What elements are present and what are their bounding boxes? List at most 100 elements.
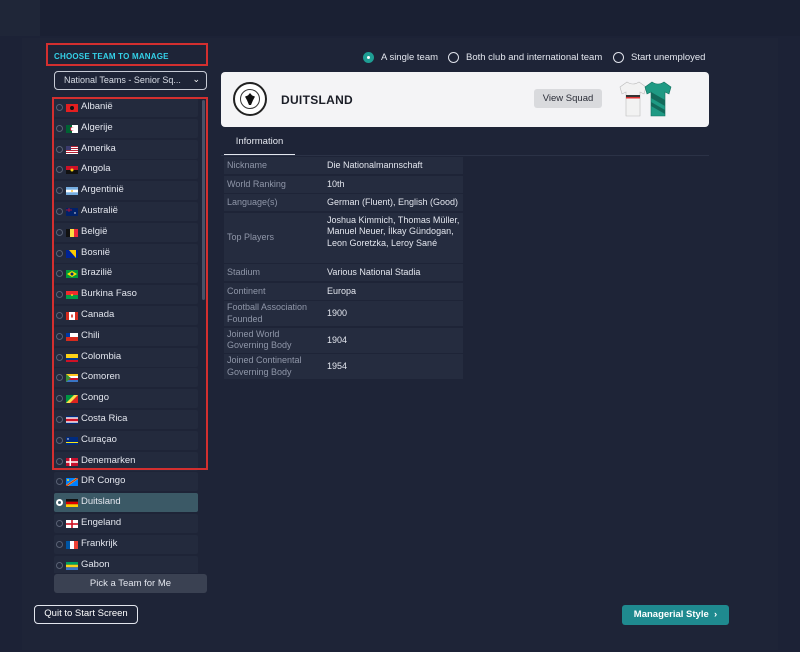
team-radio[interactable] [56,415,63,423]
dropdown-selected-value: National Teams - Senior Sq... [64,75,181,85]
team-list-item[interactable]: Frankrijk [54,534,198,554]
flag-england-icon [66,519,78,528]
flag-brazil-icon [66,270,78,279]
info-label: World Ranking [227,178,286,189]
dfb-crest-icon [233,82,267,116]
tab-divider [221,155,709,156]
option-unemployed-label: Start unemployed [631,52,706,63]
radio-unemployed[interactable] [613,52,624,63]
flag-burkina-faso-icon [66,291,78,300]
radio-both-teams[interactable] [448,52,459,63]
team-list[interactable]: Albanië Algerije Amerika Angola Argentinië Au… [54,98,198,573]
team-radio[interactable] [56,187,63,195]
team-list-item[interactable]: Burkina Faso [54,285,198,305]
flag-costa-rica-icon [66,415,78,424]
flag-angola-icon [66,166,78,175]
team-list-item[interactable]: Canada [54,305,198,325]
team-list-item[interactable]: Duitsland [54,493,198,513]
team-radio[interactable] [56,353,63,361]
flag-argentina-icon [66,187,78,196]
option-single-team-label: A single team [381,52,439,63]
team-radio[interactable] [56,249,63,257]
info-value: Europa [327,285,357,296]
team-list-item[interactable]: DR Congo [54,472,198,492]
flag-bosnia-icon [66,249,78,258]
quit-button[interactable]: Quit to Start Screen [34,605,138,624]
flag-belgium-icon [66,228,78,237]
team-radio[interactable] [56,332,63,340]
team-name-label: Chili [81,329,100,341]
team-name-label: Argentinië [81,184,124,196]
team-radio[interactable] [56,228,63,236]
tab-information-label: Information [235,136,284,147]
info-value: Joshua Kimmich, Thomas Müller, Manuel Ne… [327,214,460,248]
info-row-world-body: Joined World Governing Body 1904 [224,327,463,353]
team-list-item[interactable]: België [54,222,198,242]
team-list-item[interactable]: Argentinië [54,181,198,201]
team-list-item[interactable]: Angola [54,160,198,180]
info-row-fa-founded: Football Association Founded 1900 [224,301,463,326]
team-radio[interactable] [56,436,63,444]
team-list-item[interactable]: Curaçao [54,430,198,450]
team-radio[interactable] [56,145,63,153]
team-list-item[interactable]: Brazilië [54,264,198,284]
info-value: 1904 [327,334,348,345]
team-radio[interactable] [56,104,63,111]
team-list-item[interactable]: Congo [54,389,198,409]
team-list-item[interactable]: Comoren [54,368,198,388]
info-row-nickname: Nickname Die Nationalmannschaft [224,157,463,174]
team-radio[interactable] [56,124,63,132]
team-radio[interactable] [56,291,63,299]
top-bar-corner [0,0,40,36]
pick-team-button[interactable]: Pick a Team for Me [54,574,207,593]
team-category-dropdown[interactable]: National Teams - Senior Sq... ⌄ [54,71,207,90]
chevron-down-icon: ⌄ [192,74,200,84]
team-radio[interactable] [56,561,63,569]
team-list-item[interactable]: Albanië [54,98,198,117]
flag-germany-icon [66,499,78,508]
team-list-item[interactable]: Australië [54,201,198,221]
team-radio[interactable] [56,499,63,507]
team-radio[interactable] [56,457,63,465]
flag-congo-icon [66,395,78,404]
flag-denmark-icon [66,457,78,466]
team-radio[interactable] [56,374,63,382]
team-radio[interactable] [56,207,63,215]
flag-curacao-icon [66,436,78,445]
team-radio[interactable] [56,395,63,403]
team-list-item[interactable]: Algerije [54,118,198,138]
team-card: DUITSLAND View Squad [221,72,709,127]
team-list-item[interactable]: Costa Rica [54,409,198,429]
team-radio[interactable] [56,166,63,174]
team-list-scrollbar[interactable] [202,100,205,300]
managerial-style-button[interactable]: Managerial Style › [622,605,729,625]
team-radio[interactable] [56,478,63,486]
team-name-label: Algerije [81,121,113,133]
team-name-label: Curaçao [81,433,117,445]
flag-dr-congo-icon [66,478,78,487]
team-list-item[interactable]: Engeland [54,513,198,533]
team-radio[interactable] [56,519,63,527]
team-list-item[interactable]: Colombia [54,347,198,367]
info-label: Language(s) [227,197,278,207]
team-name-label: Australië [81,204,118,216]
team-list-item[interactable]: Denemarken [54,451,198,471]
team-name-label: Comoren [81,371,121,383]
team-list-item[interactable]: Bosnië [54,243,198,263]
team-name-label: Burkina Faso [81,288,137,300]
team-list-item[interactable]: Gabon [54,555,198,573]
team-name-label: Duitsland [81,496,121,508]
team-name-label: Frankrijk [81,537,118,549]
team-radio[interactable] [56,311,63,319]
radio-single-team[interactable] [363,52,374,63]
team-name-label: Canada [81,308,115,320]
tab-information[interactable]: Information [224,134,295,156]
team-radio[interactable] [56,270,63,278]
chevron-right-icon: › [711,609,718,620]
team-list-item[interactable]: Chili [54,326,198,346]
view-squad-button[interactable]: View Squad [534,89,602,108]
info-label: Continent [227,285,266,296]
team-radio[interactable] [56,540,63,548]
flag-colombia-icon [66,353,78,362]
team-list-item[interactable]: Amerika [54,139,198,159]
